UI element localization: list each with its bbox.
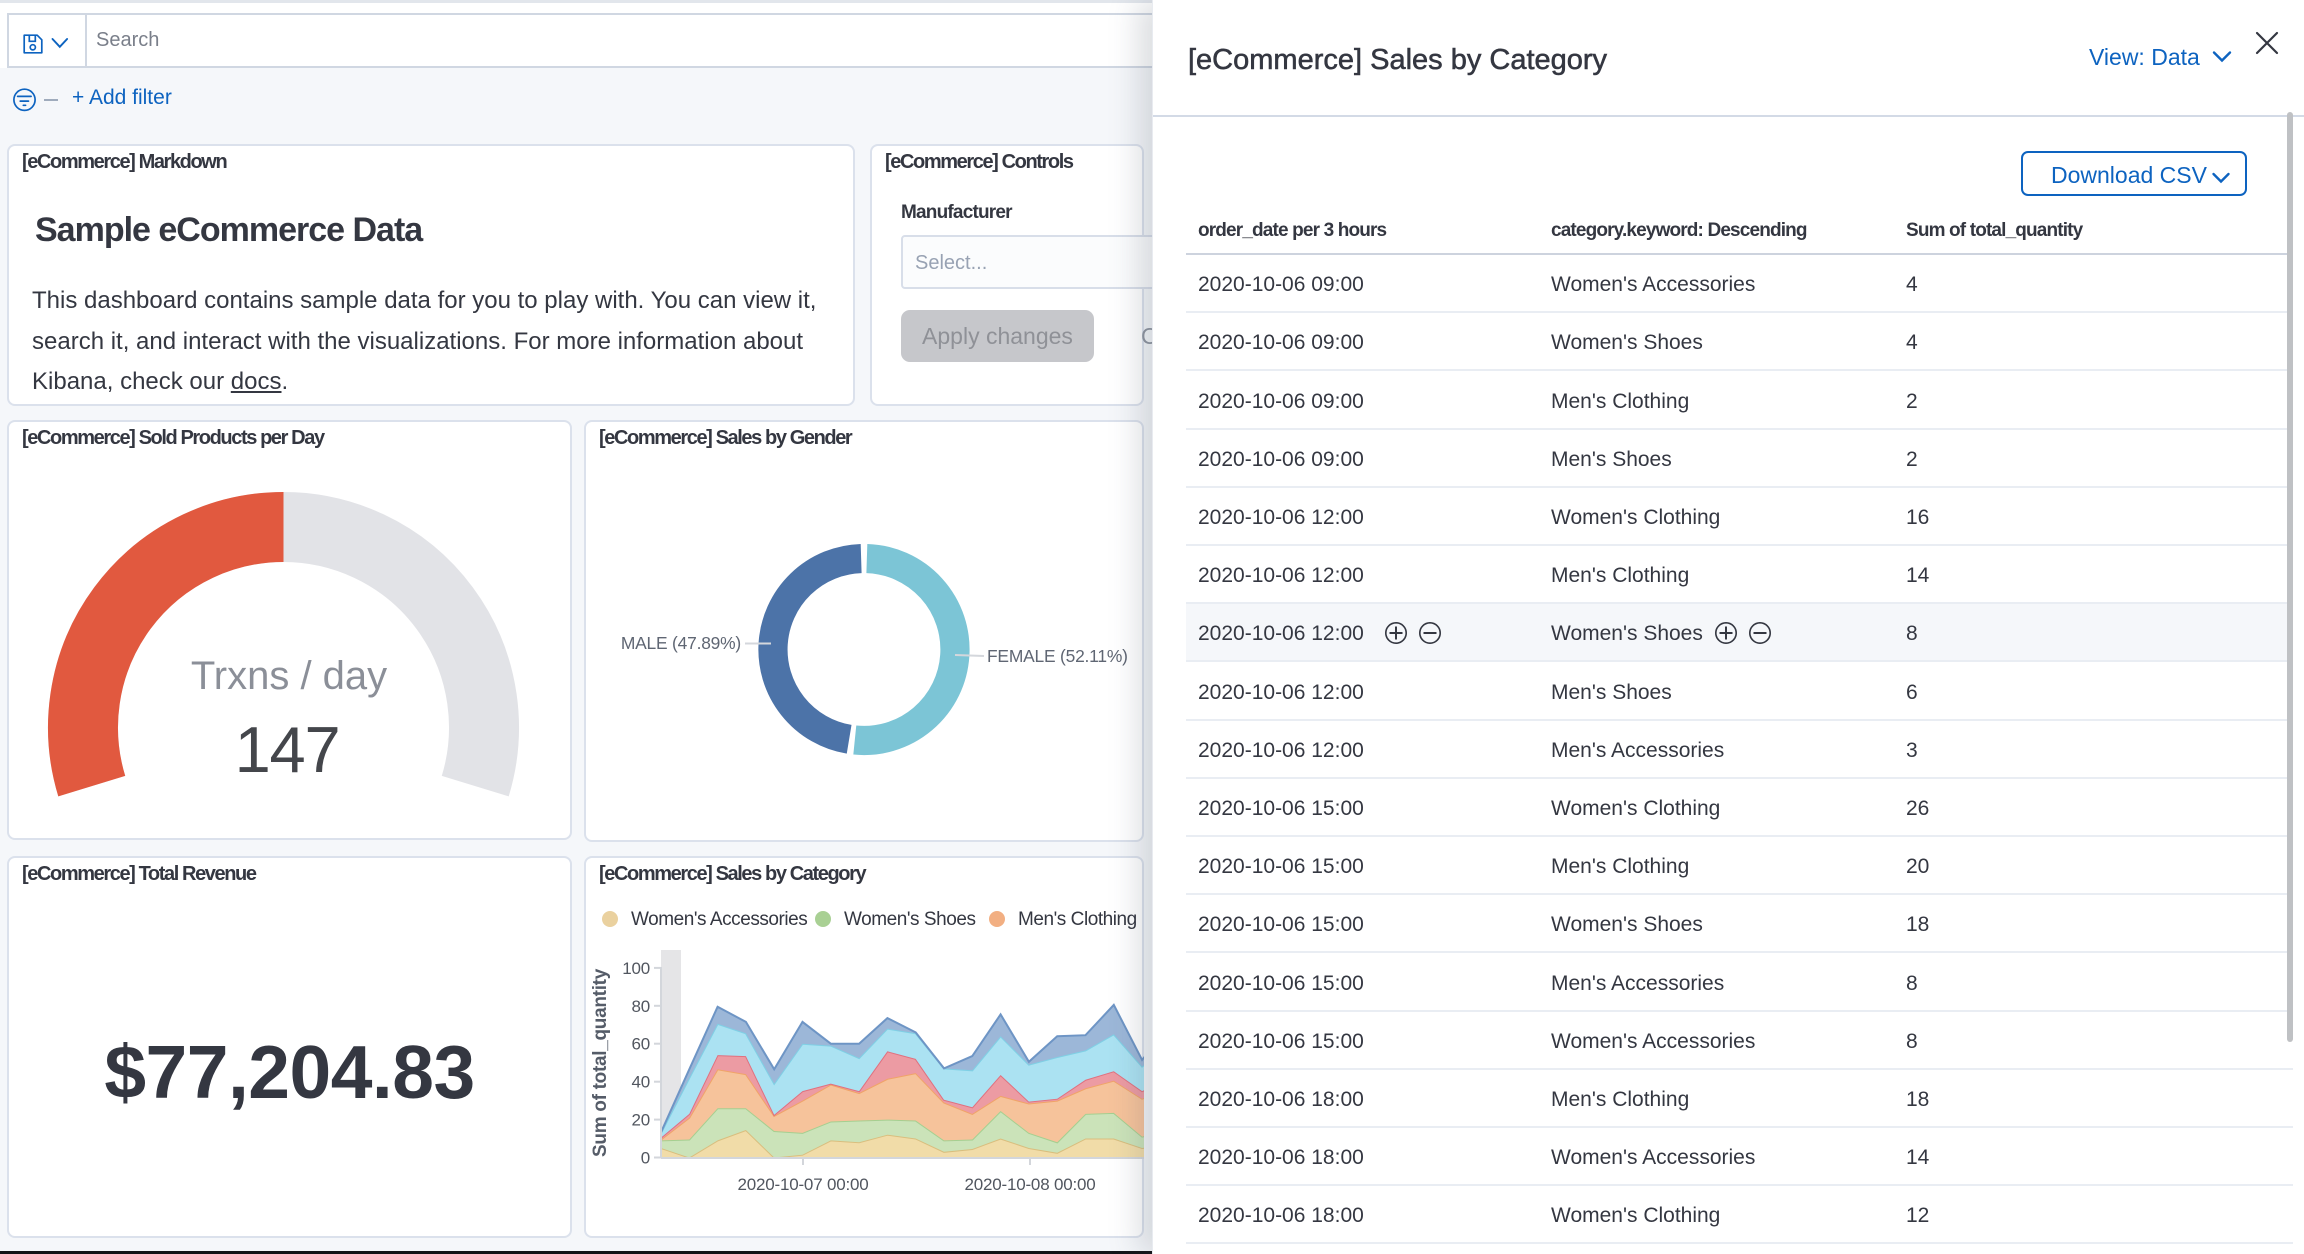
svg-text:Women's Shoes: Women's Shoes [844,909,976,930]
svg-text:147: 147 [235,713,340,786]
svg-text:100: 100 [622,959,650,978]
svg-text:Sum of total_quantity: Sum of total_quantity [590,968,611,1157]
svg-text:Men's Clothing: Men's Clothing [1018,909,1137,930]
svg-text:FEMALE (52.11%): FEMALE (52.11%) [987,646,1128,666]
svg-text:60: 60 [631,1035,650,1054]
svg-text:2020-10-07 00:00: 2020-10-07 00:00 [737,1175,868,1194]
svg-text:Women's Accessories: Women's Accessories [631,909,807,930]
svg-text:0: 0 [641,1149,650,1168]
svg-text:MALE (47.89%): MALE (47.89%) [621,633,741,653]
svg-text:80: 80 [631,997,650,1016]
svg-text:40: 40 [631,1073,650,1092]
svg-text:2020-10-08 00:00: 2020-10-08 00:00 [964,1175,1095,1194]
svg-text:Trxns / day: Trxns / day [191,654,387,698]
svg-text:20: 20 [631,1111,650,1130]
